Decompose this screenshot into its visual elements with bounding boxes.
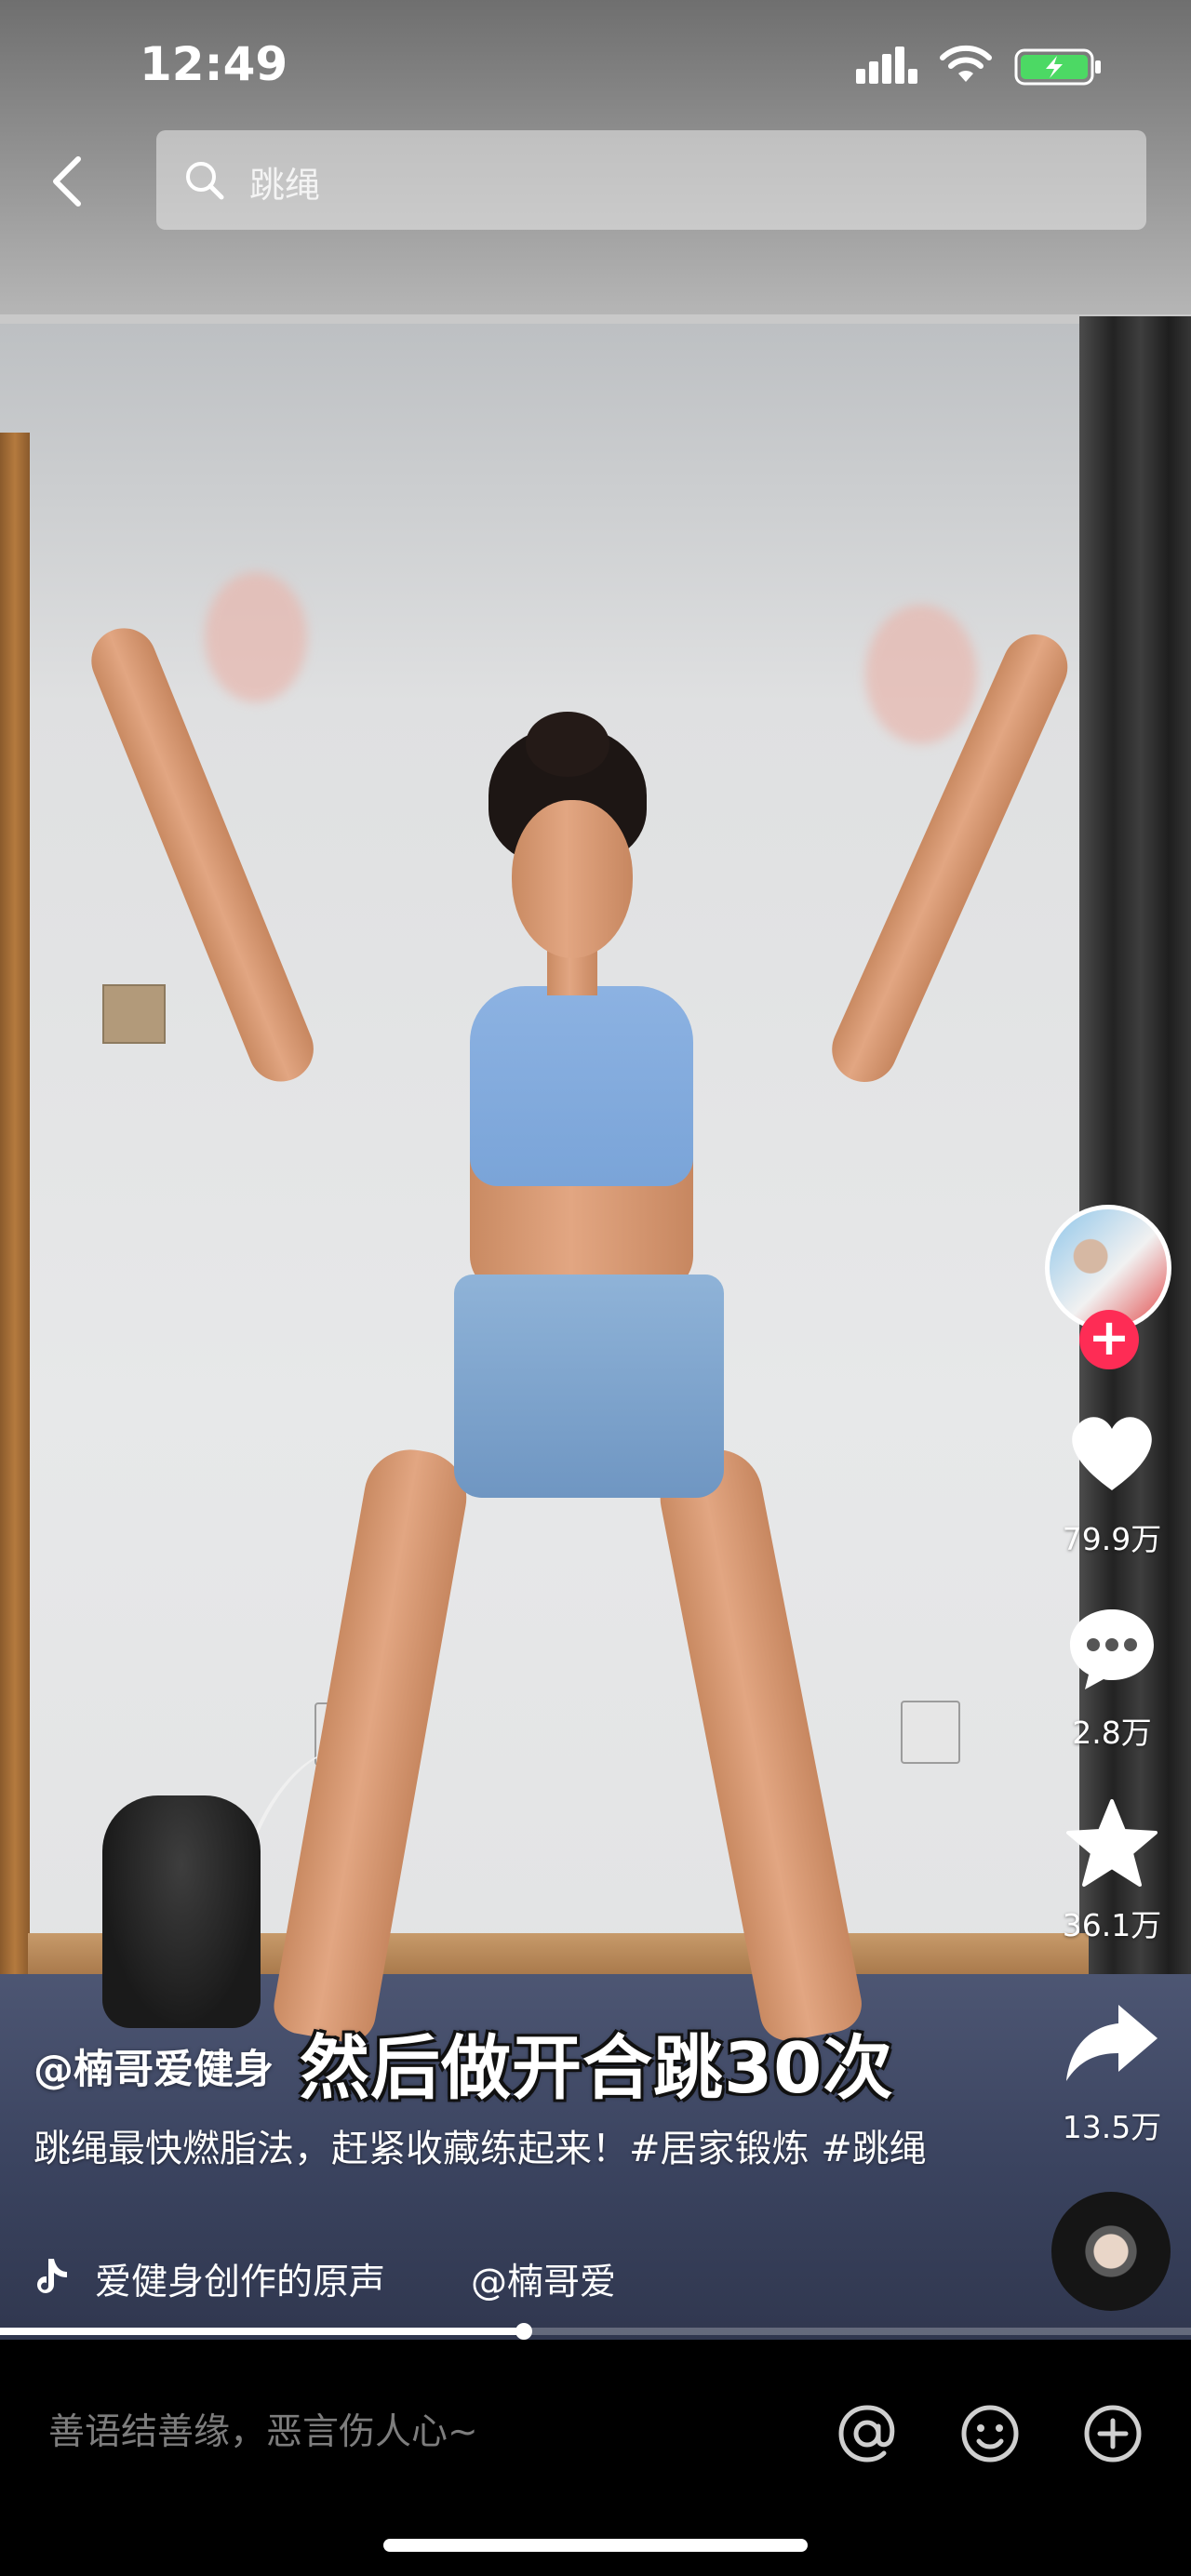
music-title: 爱健身创作的原声 bbox=[95, 2262, 386, 2303]
comment-input[interactable]: 善语结善缘，恶言伤人心~ bbox=[48, 2403, 478, 2455]
scene-ceiling-edge bbox=[0, 314, 1191, 324]
author-name[interactable]: @楠哥爱健身 bbox=[33, 2037, 274, 2095]
figure-crop-top bbox=[470, 986, 693, 1186]
figure-hair-bun bbox=[526, 712, 609, 777]
video-description: 跳绳最快燃脂法，赶紧收藏练起来！#居家锻炼 #跳绳 bbox=[33, 2128, 927, 2170]
video-progress-fill bbox=[0, 2328, 525, 2335]
figure-denim-shorts bbox=[454, 1275, 724, 1498]
music-owner: @楠哥爱 bbox=[471, 2262, 617, 2303]
share-icon[interactable] bbox=[1061, 1995, 1163, 2089]
wifi-icon bbox=[940, 45, 992, 82]
favorite-count: 36.1万 bbox=[1062, 1907, 1162, 1943]
home-indicator[interactable] bbox=[383, 2539, 808, 2552]
scene-wall-plate bbox=[102, 984, 166, 1044]
figure-face bbox=[512, 800, 633, 958]
comment-count: 2.8万 bbox=[1072, 1715, 1152, 1751]
scene-speaker bbox=[102, 1795, 261, 2028]
music-disc-icon[interactable] bbox=[1051, 2192, 1171, 2311]
video-subtitle: 然后做开合跳30次 bbox=[300, 2027, 894, 2109]
star-icon[interactable] bbox=[1061, 1795, 1163, 1889]
scene-wall-socket bbox=[901, 1701, 960, 1764]
figure-hand-left bbox=[205, 572, 307, 702]
figure-hand-right bbox=[865, 605, 977, 744]
comment-icon[interactable] bbox=[1061, 1600, 1163, 1693]
scene-door-frame bbox=[0, 433, 30, 1977]
emoji-icon[interactable] bbox=[957, 2400, 1024, 2467]
plus-icon[interactable] bbox=[1079, 2400, 1146, 2467]
at-icon[interactable] bbox=[834, 2400, 901, 2467]
battery-charging-icon bbox=[1014, 48, 1101, 86]
share-count: 13.5万 bbox=[1062, 2109, 1162, 2145]
follow-button[interactable]: + bbox=[1079, 1310, 1139, 1369]
search-icon bbox=[186, 162, 224, 200]
like-count: 79.9万 bbox=[1062, 1521, 1162, 1557]
screen: 12:49 跳绳 + 79.9万 2.8万 36.1万 13.5万 @楠哥爱健身… bbox=[0, 0, 1191, 2576]
music-note-icon bbox=[37, 2259, 67, 2293]
search-bar[interactable]: 跳绳 bbox=[156, 130, 1146, 230]
cellular-signal-icon bbox=[856, 47, 917, 84]
status-time: 12:49 bbox=[140, 37, 288, 91]
video-progress-bar[interactable] bbox=[0, 2323, 1191, 2340]
heart-icon[interactable] bbox=[1061, 1405, 1163, 1498]
status-bar: 12:49 bbox=[0, 0, 1191, 135]
video-player[interactable] bbox=[0, 0, 1191, 2340]
back-icon[interactable] bbox=[47, 153, 87, 209]
search-query: 跳绳 bbox=[249, 165, 321, 206]
